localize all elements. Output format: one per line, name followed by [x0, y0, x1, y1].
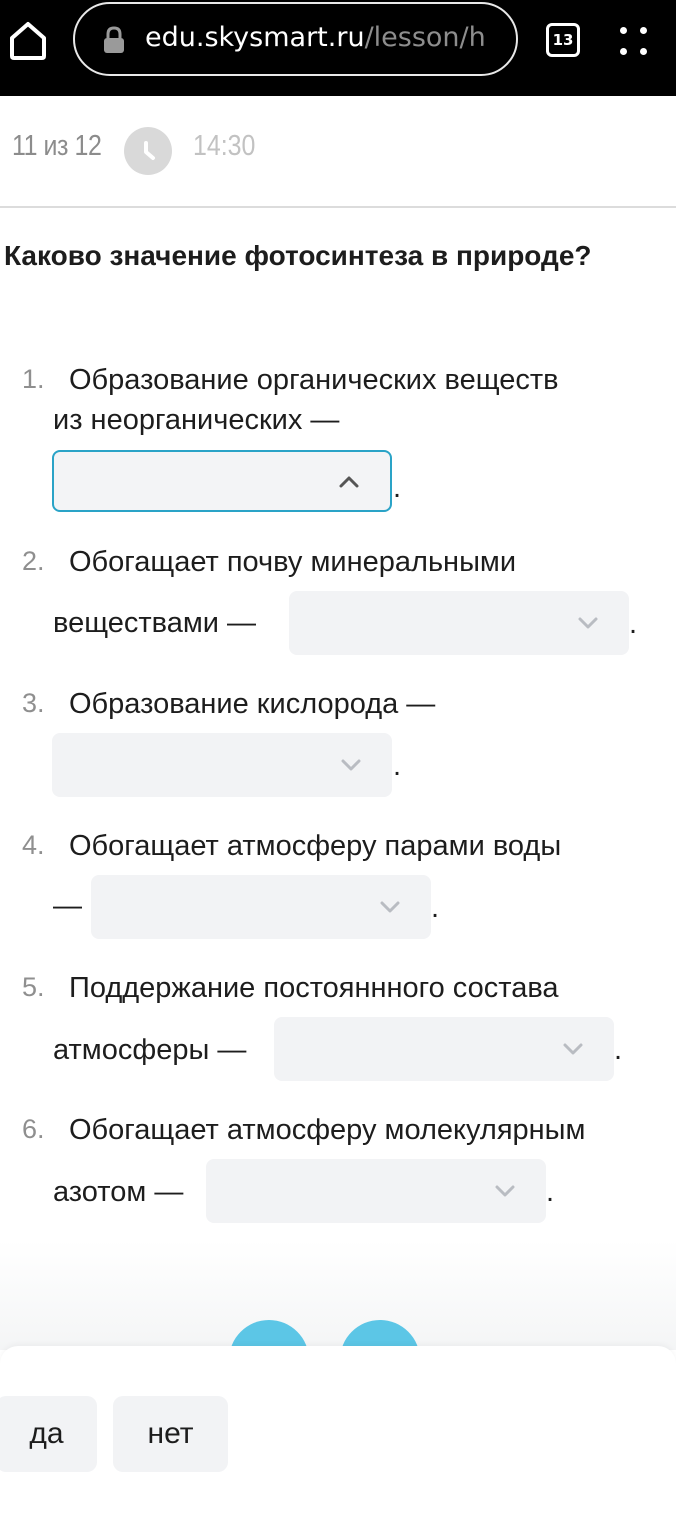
item-text-line: азотом —	[53, 1176, 184, 1208]
chevron-down-icon	[495, 1185, 515, 1197]
home-icon	[10, 22, 46, 60]
item-number: 2.	[22, 546, 45, 576]
item-text-line: Образование органических веществ	[69, 364, 559, 396]
answer-dropdown[interactable]	[91, 875, 431, 939]
item-text-line: Обогащает атмосферу парами воды	[69, 830, 562, 862]
item-text-line: Поддержание постояннного состава	[69, 972, 559, 1004]
tab-count-button[interactable]: 13	[546, 23, 580, 57]
item-text-line: из неорганических —	[53, 404, 340, 436]
browser-toolbar: edu.skysmart.ru/lesson/h 13	[0, 0, 676, 96]
more-menu-button[interactable]	[616, 24, 652, 60]
item-number: 3.	[22, 688, 45, 718]
item-terminator: .	[629, 608, 638, 640]
item-text-line: веществами —	[53, 607, 257, 639]
item-terminator: .	[393, 472, 402, 504]
home-button[interactable]	[6, 16, 50, 64]
answer-dropdown[interactable]	[206, 1159, 546, 1223]
question-progress: 11 из 12	[12, 130, 102, 162]
options-sheet	[0, 1346, 676, 1520]
item-number: 6.	[22, 1114, 45, 1144]
item-terminator: .	[431, 892, 440, 924]
answer-dropdown[interactable]	[52, 733, 392, 797]
answer-dropdown[interactable]	[289, 591, 629, 655]
lock-icon	[104, 26, 124, 53]
item-terminator: .	[393, 750, 402, 782]
option-yes-button[interactable]: да	[0, 1396, 97, 1472]
chevron-up-icon	[339, 476, 359, 488]
answer-dropdown[interactable]	[274, 1017, 614, 1081]
item-terminator: .	[614, 1034, 623, 1066]
answer-dropdown[interactable]	[52, 450, 392, 512]
url-path: /lesson/h	[364, 22, 486, 53]
item-text-line: —	[53, 890, 82, 922]
address-bar[interactable]: edu.skysmart.ru/lesson/h	[73, 2, 518, 76]
item-number: 5.	[22, 972, 45, 1002]
item-number: 4.	[22, 830, 45, 860]
bottom-fade	[0, 1240, 676, 1350]
option-no-button[interactable]: нет	[113, 1396, 228, 1472]
chevron-down-icon	[380, 901, 400, 913]
item-terminator: .	[546, 1176, 555, 1208]
url-text: edu.skysmart.ru/lesson/h	[145, 22, 486, 53]
timer: 14:30	[193, 130, 256, 162]
question-title: Каково значение фотосинтеза в природе?	[4, 240, 592, 271]
item-text-line: Обогащает почву минеральными	[69, 546, 517, 578]
item-text-line: атмосферы —	[53, 1034, 247, 1066]
item-number: 1.	[22, 364, 45, 394]
chevron-down-icon	[578, 617, 598, 629]
url-domain: edu.skysmart.ru	[145, 22, 365, 53]
chevron-down-icon	[341, 759, 361, 771]
item-text-line: Образование кислорода —	[69, 688, 436, 720]
chevron-down-icon	[563, 1043, 583, 1055]
header-divider	[0, 206, 676, 208]
clock-icon	[124, 127, 172, 175]
item-text-line: Обогащает атмосферу молекулярным	[69, 1114, 586, 1146]
